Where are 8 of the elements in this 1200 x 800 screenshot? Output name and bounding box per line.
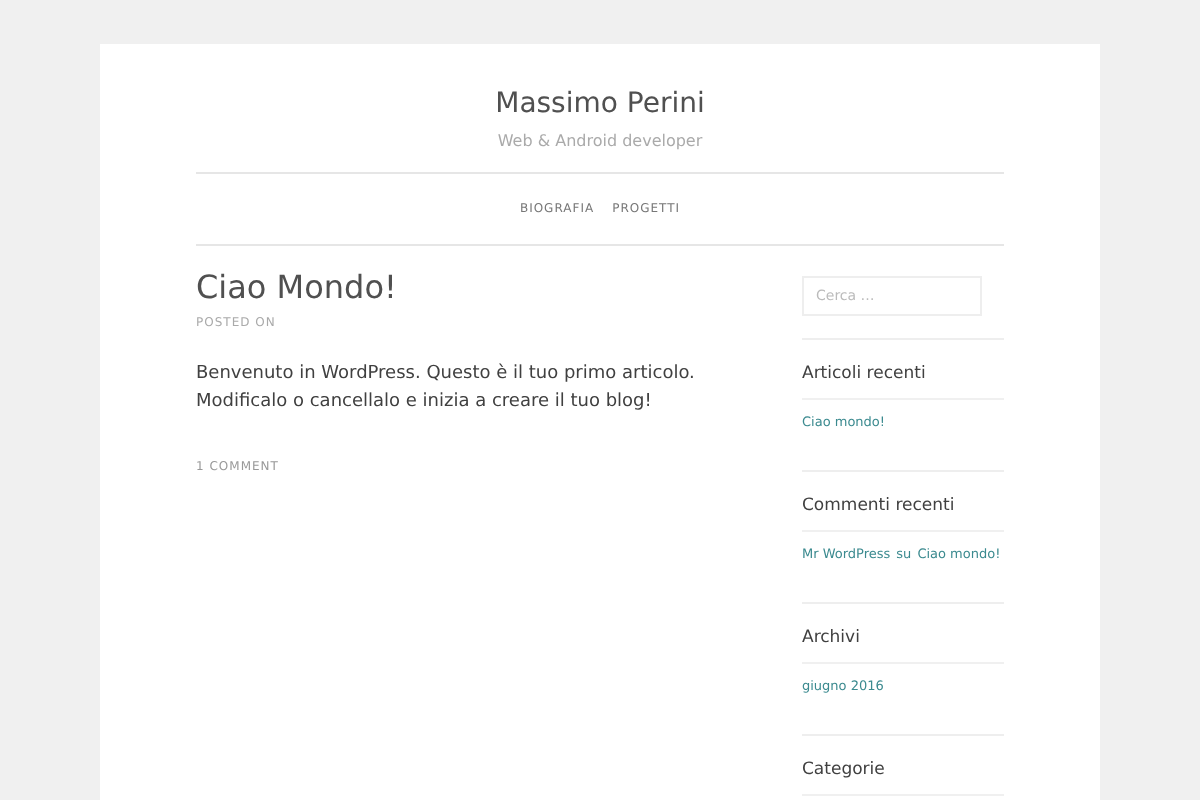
post-title[interactable]: Ciao Mondo!: [196, 266, 736, 310]
widget-heading: Articoli recenti: [802, 364, 1004, 400]
widget-heading: Commenti recenti: [802, 496, 1004, 532]
site-title[interactable]: Massimo Perini: [495, 84, 705, 124]
post-body: Benvenuto in WordPress. Questo è il tuo primo articolo. Modificalo o cancellalo e inizia a creare il tuo blog!: [196, 361, 697, 416]
widget-heading: Categorie: [802, 760, 1004, 796]
site-tagline: Web & Android developer: [497, 132, 703, 150]
widget-heading: Archivi: [802, 628, 1004, 664]
